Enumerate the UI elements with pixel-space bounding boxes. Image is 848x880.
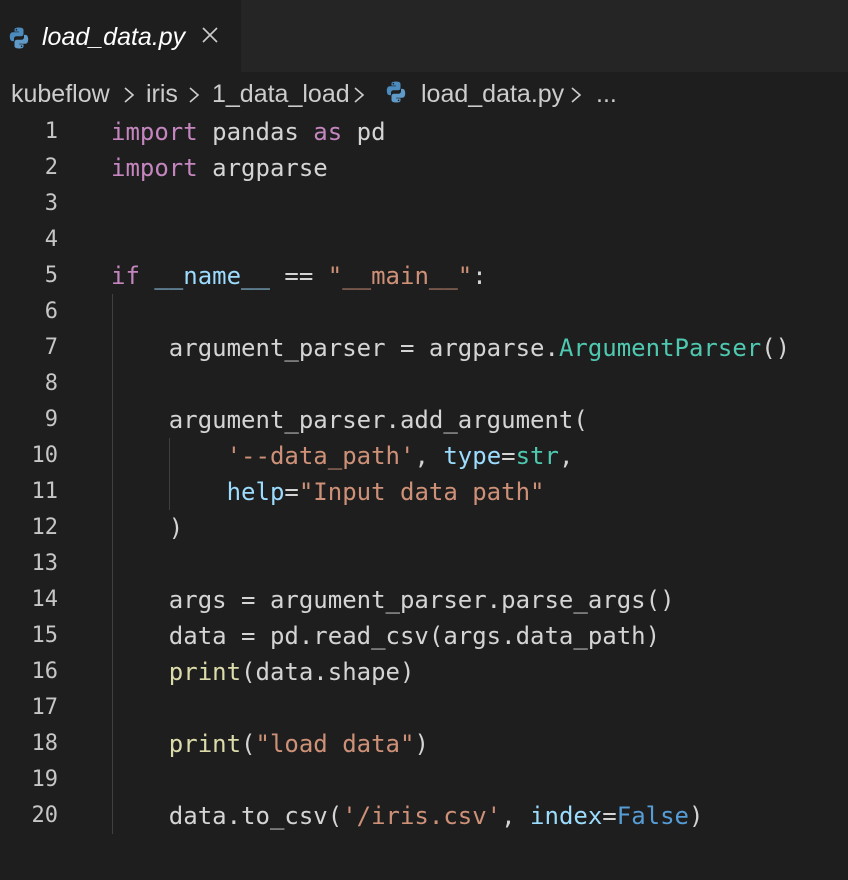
code-text: args = argument_parser.parse_args() xyxy=(111,586,675,614)
code-line: 9 argument_parser.add_argument( xyxy=(0,402,848,438)
code-text: '--data_path', type=str, xyxy=(226,442,574,470)
line-number: 8 xyxy=(44,371,58,396)
code-line: 20 data.to_csv('/iris.csv', index=False) xyxy=(0,798,848,834)
line-number: 15 xyxy=(31,623,59,648)
code-text: data = pd.read_csv(args.data_path) xyxy=(111,622,661,650)
line-number: 19 xyxy=(31,767,59,792)
line-number: 4 xyxy=(44,227,58,252)
code-line: 14 args = argument_parser.parse_args() xyxy=(0,582,848,618)
tab-bar: load_data.py xyxy=(0,0,848,72)
python-icon xyxy=(386,81,406,103)
code-line: 8 xyxy=(0,366,848,402)
code-text: argument_parser.add_argument( xyxy=(111,406,588,434)
code-line: 13 xyxy=(0,546,848,582)
line-number: 1 xyxy=(44,119,58,144)
breadcrumb-item-iris[interactable]: iris xyxy=(146,78,178,110)
code-editor[interactable]: 1 import pandas as pd 2 import argparse … xyxy=(0,114,848,880)
python-icon xyxy=(9,27,29,49)
code-line: 5 if __name__ == "__main__": xyxy=(0,258,848,294)
tab-title: load_data.py xyxy=(42,23,186,51)
line-number: 18 xyxy=(31,731,59,756)
chevron-right-icon xyxy=(189,87,200,103)
breadcrumb-item-kubeflow[interactable]: kubeflow xyxy=(11,78,110,110)
breadcrumb: kubeflow iris 1_data_load load_data.py .… xyxy=(0,72,848,116)
chevron-right-icon xyxy=(124,87,135,103)
code-text: print(data.shape) xyxy=(168,658,415,686)
line-number: 3 xyxy=(44,191,58,216)
code-text: if __name__ == "__main__": xyxy=(111,262,487,290)
close-icon[interactable] xyxy=(199,24,221,46)
breadcrumb-item-load-data-py[interactable]: load_data.py xyxy=(421,78,564,110)
code-line: 19 xyxy=(0,762,848,798)
code-line: 12 ) xyxy=(0,510,848,546)
code-text: argument_parser = argparse.ArgumentParse… xyxy=(111,334,791,362)
editor-tab[interactable]: load_data.py xyxy=(0,0,241,72)
chevron-right-icon xyxy=(354,87,365,103)
line-number: 20 xyxy=(31,803,59,828)
line-number: 17 xyxy=(31,695,59,720)
code-line: 17 xyxy=(0,690,848,726)
chevron-right-icon xyxy=(571,87,582,103)
line-number: 11 xyxy=(31,479,59,504)
line-number: 5 xyxy=(44,263,58,288)
code-text: import pandas as pd xyxy=(111,118,386,146)
code-line: 18 print("load data") xyxy=(0,726,848,762)
line-number: 7 xyxy=(44,335,58,360)
code-text: help="Input data path" xyxy=(226,478,545,506)
line-number: 13 xyxy=(31,551,59,576)
breadcrumb-item-1-data-load[interactable]: 1_data_load xyxy=(212,78,350,110)
code-text: import argparse xyxy=(111,154,328,182)
code-line: 16 print(data.shape) xyxy=(0,654,848,690)
code-text: data.to_csv('/iris.csv', index=False) xyxy=(111,802,704,830)
code-text: ) xyxy=(111,514,184,542)
line-number: 9 xyxy=(44,407,58,432)
line-number: 10 xyxy=(31,443,59,468)
code-line: 11 help="Input data path" xyxy=(0,474,848,510)
code-text: print("load data") xyxy=(168,730,429,758)
line-number: 6 xyxy=(44,299,58,324)
line-number: 16 xyxy=(31,659,59,684)
line-number: 14 xyxy=(31,587,59,612)
code-line: 4 xyxy=(0,222,848,258)
code-line: 1 import pandas as pd xyxy=(0,114,848,150)
code-line: 2 import argparse xyxy=(0,150,848,186)
code-line: 6 xyxy=(0,294,848,330)
line-number: 2 xyxy=(44,155,58,180)
code-line: 10 '--data_path', type=str, xyxy=(0,438,848,474)
code-line: 7 argument_parser = argparse.ArgumentPar… xyxy=(0,330,848,366)
breadcrumb-item-ellipsis[interactable]: ... xyxy=(596,78,617,110)
code-line: 15 data = pd.read_csv(args.data_path) xyxy=(0,618,848,654)
code-line: 3 xyxy=(0,186,848,222)
line-number: 12 xyxy=(31,515,59,540)
